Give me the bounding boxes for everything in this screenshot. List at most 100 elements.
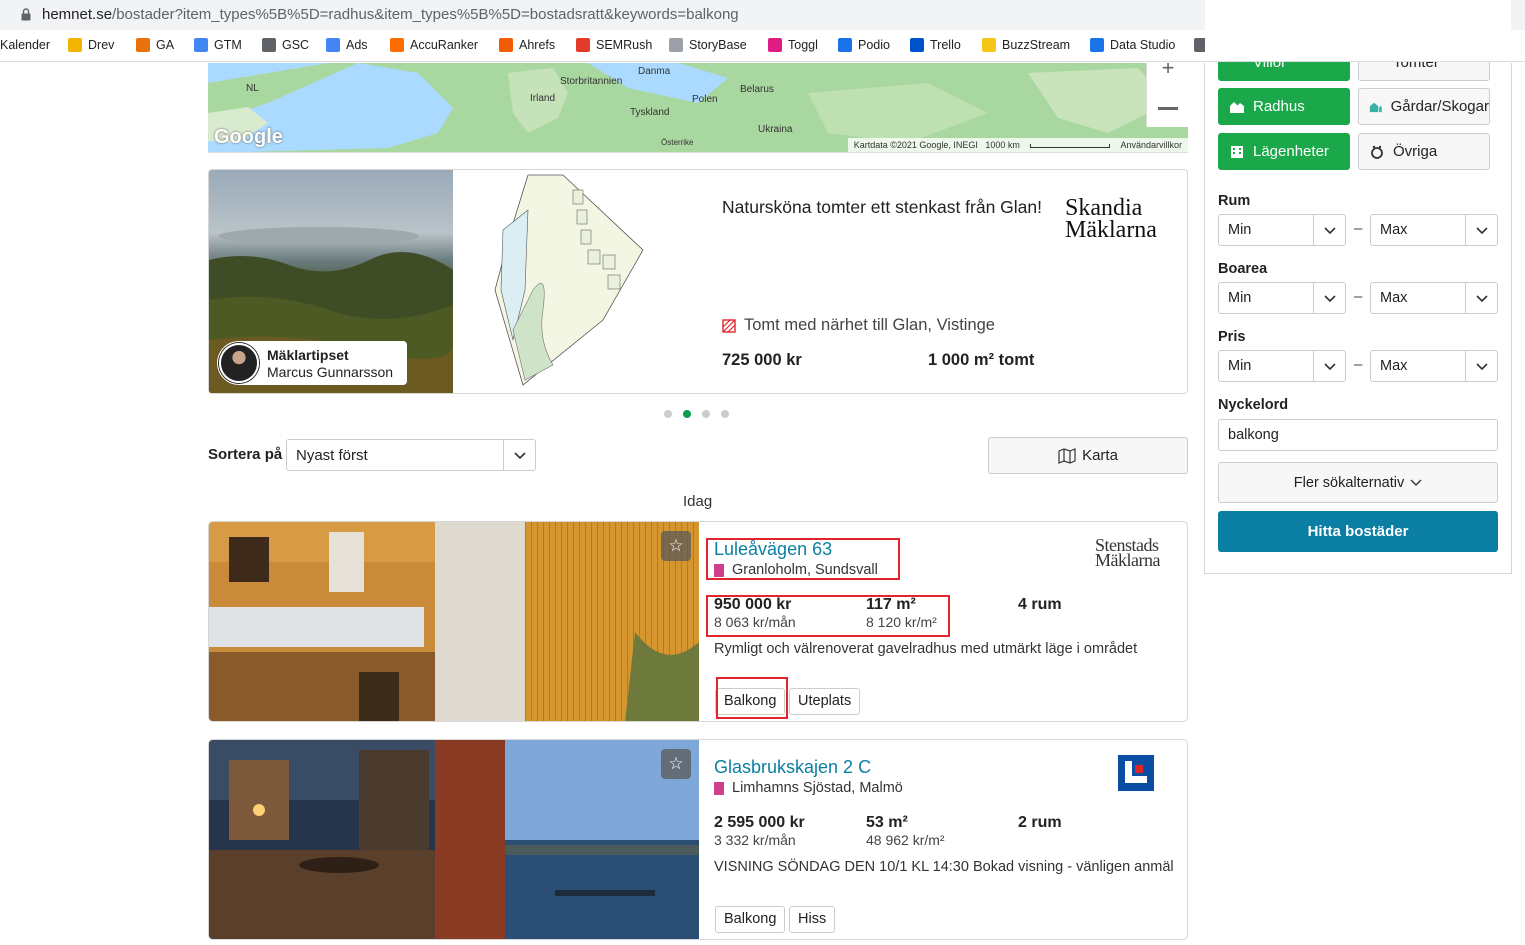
range-dash: – bbox=[1354, 220, 1363, 237]
price-min-select[interactable]: Min bbox=[1218, 350, 1346, 382]
select-value: Max bbox=[1380, 222, 1408, 238]
bookmark-favicon-icon bbox=[499, 38, 513, 52]
broker-tip-title: Mäklartipset bbox=[267, 347, 349, 363]
bookmark-item[interactable]: BuzzStream bbox=[982, 38, 1070, 52]
broker-logo[interactable] bbox=[1118, 755, 1154, 791]
sponsored-ad[interactable]: Natursköna tomter ett stenkast från Glan… bbox=[208, 169, 1188, 394]
more-options-button[interactable]: Fler sökalternativ bbox=[1218, 462, 1498, 503]
listing-location: Limhamns Sjöstad, Malmö bbox=[714, 780, 903, 796]
chevron-down-icon bbox=[1465, 351, 1497, 381]
range-dash: – bbox=[1354, 288, 1363, 305]
map-label: Storbritannien bbox=[560, 76, 623, 87]
area-min-select[interactable]: Min bbox=[1218, 282, 1346, 314]
highlight-box bbox=[706, 538, 900, 580]
ad-plot-plan bbox=[453, 170, 697, 393]
listing-title[interactable]: Glasbrukskajen 2 C bbox=[714, 757, 871, 778]
bookmark-label: Data Studio bbox=[1110, 38, 1176, 52]
bookmark-label: Drev bbox=[88, 38, 115, 52]
bookmark-item[interactable]: Kalender bbox=[0, 38, 50, 52]
day-heading: Idag bbox=[683, 493, 713, 510]
zoom-out-icon[interactable] bbox=[1158, 107, 1178, 110]
bookmark-favicon-icon bbox=[768, 38, 782, 52]
type-gardar-skogar-button[interactable]: Gårdar/Skogar bbox=[1358, 88, 1490, 125]
map-label: NL bbox=[246, 83, 259, 94]
bookmark-favicon-icon bbox=[262, 38, 276, 52]
type-label: Lägenheter bbox=[1253, 143, 1329, 160]
ad-title[interactable]: Natursköna tomter ett stenkast från Glan… bbox=[722, 197, 1042, 218]
keyword-input[interactable] bbox=[1219, 420, 1497, 450]
bookmark-label: Trello bbox=[930, 38, 961, 52]
plot-icon bbox=[722, 318, 736, 333]
chevron-down-icon bbox=[1313, 351, 1345, 381]
find-homes-button[interactable]: Hitta bostäder bbox=[1218, 511, 1498, 552]
price-max-select[interactable]: Max bbox=[1370, 350, 1498, 382]
carousel-dot[interactable] bbox=[721, 410, 729, 418]
rooms-min-select[interactable]: Min bbox=[1218, 214, 1346, 246]
bookmark-item[interactable]: GSC bbox=[262, 38, 309, 52]
type-ovriga-button[interactable]: Övriga bbox=[1358, 133, 1490, 170]
chevron-down-icon bbox=[503, 440, 535, 470]
map-view-button[interactable]: Karta bbox=[988, 437, 1188, 474]
bookmark-favicon-icon bbox=[136, 38, 150, 52]
bookmark-label: SEMRush bbox=[596, 38, 653, 52]
listing-price: 2 595 000 kr bbox=[714, 814, 805, 831]
map-attribution: Kartdata ©2021 Google, INEGI 1000 km Anv… bbox=[847, 138, 1188, 152]
ad-price: 725 000 kr bbox=[722, 351, 802, 369]
type-radhus-button[interactable]: Radhus bbox=[1218, 88, 1350, 125]
carousel-dot[interactable] bbox=[664, 410, 672, 418]
tag-hiss: Hiss bbox=[789, 906, 836, 933]
map-label: Österrike bbox=[661, 138, 694, 147]
bookmark-item[interactable]: Podio bbox=[838, 38, 890, 52]
rooms-max-select[interactable]: Max bbox=[1370, 214, 1498, 246]
listing-card[interactable]: ☆ Luleåvägen 63 Granloholm, Sundsvall 95… bbox=[208, 521, 1188, 722]
listing-card[interactable]: ☆ Glasbrukskajen 2 C Limhamns Sjöstad, M… bbox=[208, 739, 1188, 940]
listing-area: 53 m² bbox=[866, 814, 908, 831]
bookmark-item[interactable]: Ads bbox=[326, 38, 368, 52]
bookmark-item[interactable]: GTM bbox=[194, 38, 242, 52]
listing-description: Rymligt och välrenoverat gavelradhus med… bbox=[714, 641, 1138, 657]
url-text[interactable]: hemnet.se/bostader?item_types%5B%5D=radh… bbox=[42, 6, 739, 23]
bookmark-label: GTM bbox=[214, 38, 242, 52]
map-terms-link[interactable]: Användarvillkor bbox=[1120, 140, 1182, 150]
bookmark-item[interactable]: Data Studio bbox=[1090, 38, 1175, 52]
sort-label: Sortera på bbox=[208, 446, 283, 463]
carousel-dot[interactable] bbox=[702, 410, 710, 418]
listing-photo bbox=[209, 522, 435, 721]
property-type-icon bbox=[714, 781, 724, 795]
ad-subtitle: Tomt med närhet till Glan, Vistinge bbox=[722, 316, 995, 335]
carousel-dot[interactable] bbox=[683, 410, 691, 418]
range-dash: – bbox=[1354, 356, 1363, 373]
chevron-down-icon bbox=[1313, 283, 1345, 313]
chevron-down-icon bbox=[1313, 215, 1345, 245]
favorite-star-icon[interactable]: ☆ bbox=[661, 749, 691, 779]
broker-tip-badge[interactable]: Mäklartipset Marcus Gunnarsson bbox=[217, 341, 407, 385]
broker-logo-mark bbox=[1125, 761, 1147, 783]
map-view[interactable]: NL Storbritannien Danma Irland Belarus P… bbox=[208, 63, 1188, 153]
sort-select[interactable]: Nyast först bbox=[286, 439, 536, 471]
bookmark-item[interactable]: Ahrefs bbox=[499, 38, 555, 52]
bookmark-item[interactable]: Drev bbox=[68, 38, 114, 52]
listing-rooms: 4 rum bbox=[1018, 596, 1062, 613]
bookmark-label: GA bbox=[156, 38, 175, 52]
highlight-box bbox=[706, 595, 950, 637]
chevron-down-icon bbox=[1465, 215, 1497, 245]
sort-value: Nyast först bbox=[296, 447, 368, 464]
bookmark-favicon-icon bbox=[326, 38, 340, 52]
bookmark-item[interactable]: Toggl bbox=[768, 38, 818, 52]
zoom-in-icon[interactable]: + bbox=[1147, 63, 1188, 83]
plot-plan-drawing bbox=[494, 174, 644, 386]
lock-icon bbox=[21, 8, 31, 21]
favorite-star-icon[interactable]: ☆ bbox=[661, 531, 691, 561]
bookmark-favicon-icon bbox=[68, 38, 82, 52]
area-max-select[interactable]: Max bbox=[1370, 282, 1498, 314]
bookmark-item[interactable]: StoryBase bbox=[669, 38, 747, 52]
skandia-maklarna-logo[interactable]: Skandia Mäklarna bbox=[1065, 196, 1157, 242]
tag-balkong: Balkong bbox=[715, 906, 786, 933]
bookmark-item[interactable]: GA bbox=[136, 38, 174, 52]
bookmark-item[interactable]: AccuRanker bbox=[390, 38, 478, 52]
bookmark-item[interactable]: SEMRush bbox=[576, 38, 652, 52]
broker-logo[interactable]: Stenstads Mäklarna bbox=[1095, 536, 1160, 569]
select-value: Min bbox=[1228, 222, 1252, 238]
type-lagenheter-button[interactable]: Lägenheter bbox=[1218, 133, 1350, 170]
bookmark-item[interactable]: Trello bbox=[910, 38, 961, 52]
